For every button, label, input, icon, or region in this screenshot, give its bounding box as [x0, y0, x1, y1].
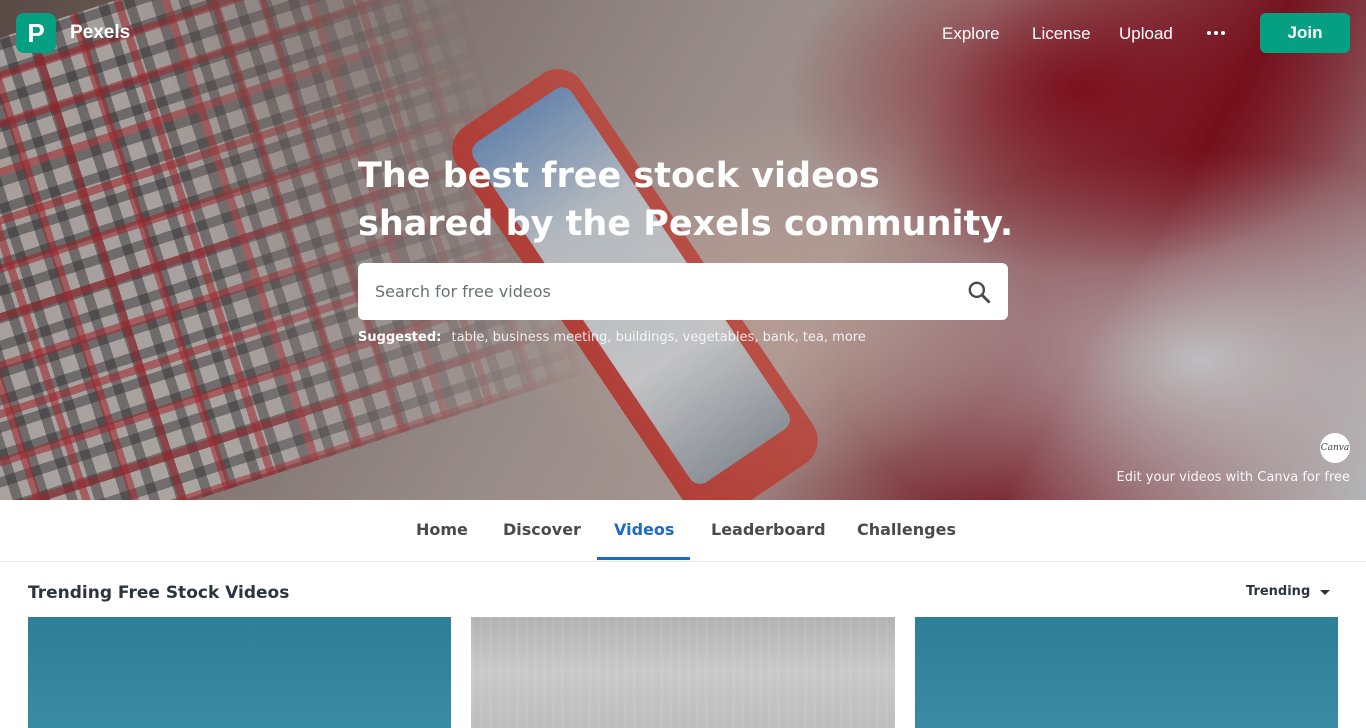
hero-headline: The best free stock videos shared by the… — [358, 156, 1014, 244]
search-icon[interactable] — [966, 279, 992, 305]
section-tabs: Home Discover Videos Leaderboard Challen… — [0, 500, 1366, 562]
tab-discover[interactable]: Discover — [503, 520, 581, 539]
video-thumbnail[interactable] — [915, 617, 1338, 728]
join-button[interactable]: Join — [1260, 13, 1350, 53]
video-thumbnail[interactable] — [28, 617, 451, 728]
search-input[interactable] — [358, 263, 958, 320]
section-title: Trending Free Stock Videos — [28, 583, 290, 603]
nav-license-link[interactable]: License — [1032, 24, 1091, 44]
brand-name[interactable]: Pexels — [70, 22, 130, 44]
nav-explore-link[interactable]: Explore — [942, 24, 1000, 44]
top-navbar: P Pexels Explore License Upload Join — [0, 0, 1366, 68]
hero-banner: P Pexels Explore License Upload Join The… — [0, 0, 1366, 500]
canva-promo-link[interactable]: Edit your videos with Canva for free — [1116, 470, 1350, 485]
pexels-logo-icon[interactable]: P — [16, 13, 56, 53]
tab-leaderboard[interactable]: Leaderboard — [711, 520, 826, 539]
sort-label: Trending — [1246, 584, 1311, 599]
suggested-tags[interactable]: table, business meeting, buildings, vege… — [451, 330, 865, 345]
video-thumbnail[interactable] — [471, 617, 895, 728]
active-tab-indicator — [597, 557, 690, 560]
suggested-searches: Suggested: table, business meeting, buil… — [358, 330, 866, 345]
search-bar — [358, 263, 1008, 320]
tab-home[interactable]: Home — [416, 520, 468, 539]
tab-videos[interactable]: Videos — [614, 520, 674, 539]
ellipsis-icon[interactable] — [1207, 31, 1225, 35]
canva-logo-icon[interactable]: Canva — [1320, 433, 1350, 463]
caret-down-icon — [1320, 590, 1331, 595]
tab-challenges[interactable]: Challenges — [857, 520, 956, 539]
suggested-label: Suggested: — [358, 330, 442, 345]
nav-upload-link[interactable]: Upload — [1119, 24, 1173, 44]
sort-dropdown[interactable]: Trending — [1246, 584, 1331, 599]
